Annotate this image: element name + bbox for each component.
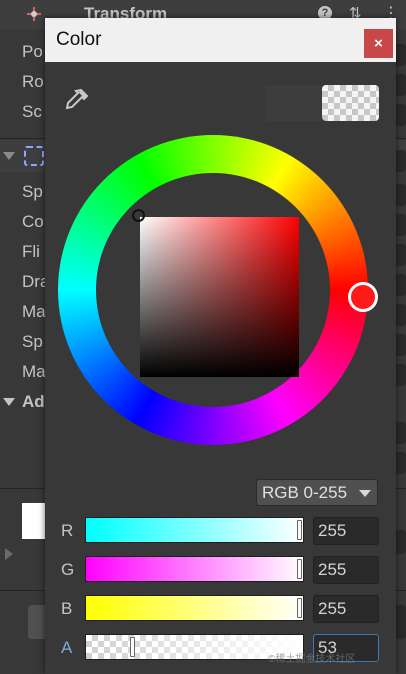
channel-b-thumb[interactable] (297, 598, 302, 618)
transform-rotation-label: Ro (22, 72, 44, 91)
mask-label: Ma (22, 302, 46, 321)
saturation-value-square[interactable] (140, 217, 299, 377)
channel-b-slider[interactable] (85, 595, 304, 621)
additional-settings-toggle[interactable] (3, 398, 15, 406)
transform-icon (26, 6, 42, 22)
color-picker-window[interactable]: Color × RGB 0-255 R 255 G 255 B 255 A 53 (45, 18, 396, 674)
channel-a-label: A (61, 638, 73, 657)
color-picker-titlebar[interactable]: Color × (45, 18, 396, 62)
additional-settings-label: Ad (22, 392, 45, 411)
watermark-text: ©稀土掘金技术社区 (268, 654, 356, 665)
expand-icon[interactable] (5, 548, 13, 560)
current-color-swatch (322, 85, 379, 121)
channel-r-field[interactable]: 255 (313, 517, 379, 545)
channel-r-thumb[interactable] (297, 520, 302, 540)
flip-label: Fli (22, 242, 40, 261)
channel-b-label: B (61, 599, 73, 618)
channel-r-slider[interactable] (85, 517, 304, 543)
color-label: Co (22, 212, 44, 231)
saturation-value-handle[interactable] (132, 209, 145, 222)
channel-g-thumb[interactable] (297, 559, 302, 579)
hue-handle[interactable] (348, 282, 378, 312)
material-preview-swatch (22, 503, 46, 539)
close-button[interactable]: × (364, 29, 393, 58)
channel-g-field[interactable]: 255 (313, 556, 379, 584)
channel-g-label: G (61, 560, 75, 579)
sprite-label: Sp (22, 182, 43, 201)
eyedropper-icon[interactable] (62, 87, 90, 115)
transform-position-label: Po (22, 42, 43, 61)
sprite-sort-label: Sp (22, 332, 43, 351)
collapse-icon[interactable] (3, 152, 15, 160)
channel-g-slider[interactable] (85, 556, 304, 582)
color-mode-label: RGB 0-255 (262, 483, 348, 502)
sprite-renderer-icon (24, 146, 44, 166)
channel-r-label: R (61, 521, 74, 540)
color-mode-dropdown[interactable]: RGB 0-255 (256, 479, 378, 506)
material-label: Ma (22, 362, 46, 381)
window-title: Color (56, 29, 102, 50)
channel-b-field[interactable]: 255 (313, 595, 379, 623)
chevron-down-icon (359, 490, 371, 497)
original-color-swatch[interactable] (265, 85, 321, 121)
transform-scale-label: Sc (22, 102, 42, 121)
channel-a-thumb[interactable] (130, 637, 135, 657)
